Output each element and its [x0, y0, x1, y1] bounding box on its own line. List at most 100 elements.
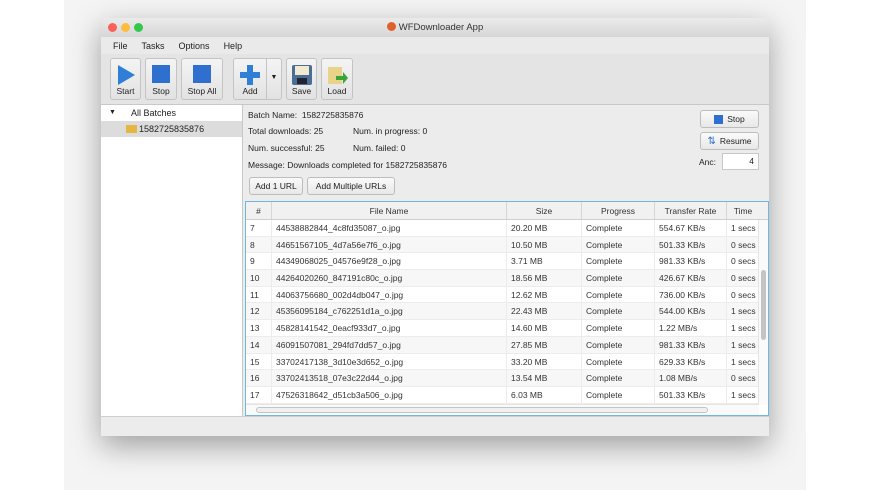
transfer-rate-cell: 981.33 KB/s — [655, 253, 727, 270]
row-number: 14 — [246, 336, 272, 353]
caret-down-icon: ▼ — [270, 74, 278, 81]
batch-name-info: Batch Name: 1582725835876 — [248, 110, 364, 120]
batch-label: 1582725835876 — [139, 124, 205, 134]
table-row[interactable]: 12 45356095184_c762251d1a_o.jpg 22.43 MB Co… — [246, 303, 768, 321]
floppy-disk-icon — [291, 65, 312, 85]
size-cell: 10.50 MB — [507, 236, 582, 253]
add-one-url-button[interactable]: Add 1 URL — [249, 177, 303, 195]
column-time[interactable]: Time — [727, 202, 759, 219]
load-folder-icon — [328, 67, 348, 84]
progress-cell: Complete — [582, 386, 655, 403]
vertical-scrollbar[interactable] — [758, 220, 768, 405]
anc-input[interactable]: 4 — [722, 153, 759, 170]
vertical-scroll-thumb[interactable] — [761, 270, 766, 340]
table-row[interactable]: 16 33702413518_07e3c22d44_o.jpg 13.54 MB Co… — [246, 370, 768, 387]
menu-file[interactable]: File — [113, 41, 128, 51]
table-body: 7 44538882844_4c8fd35087_o.jpg 20.20 MB Com… — [246, 220, 768, 404]
menu-tasks[interactable]: Tasks — [142, 41, 165, 51]
file-name-cell: 44063756680_002d4db047_o.jpg — [272, 286, 507, 303]
column-file-name[interactable]: File Name — [272, 202, 507, 219]
size-cell: 22.43 MB — [507, 303, 582, 320]
file-name-cell: 47526318642_d51cb3a506_o.jpg — [272, 386, 507, 403]
size-cell: 13.54 MB — [507, 370, 582, 386]
stop-all-button[interactable]: Stop All — [181, 58, 223, 100]
menu-bar: File Tasks Options Help — [101, 37, 769, 54]
size-cell: 18.56 MB — [507, 270, 582, 286]
column-number[interactable]: # — [246, 202, 272, 219]
load-label: Load — [327, 86, 347, 96]
horizontal-scrollbar[interactable] — [246, 404, 759, 415]
minimize-window-button[interactable] — [121, 23, 130, 32]
time-cell: 1 secs — [731, 223, 756, 233]
column-progress[interactable]: Progress — [582, 202, 655, 219]
batch-tree: ▼ All Batches 1582725835876 — [101, 105, 243, 416]
progress-cell: Complete — [582, 336, 655, 353]
table-row[interactable]: 11 44063756680_002d4db047_o.jpg 12.62 MB Co… — [246, 286, 768, 304]
tree-item-batch[interactable]: 1582725835876 — [101, 121, 242, 137]
row-number: 7 — [246, 220, 272, 236]
time-cell: 0 secs — [731, 239, 756, 250]
table-row[interactable]: 8 44651567105_4d7a56e7f6_o.jpg 10.50 MB Com… — [246, 236, 768, 254]
progress-cell: Complete — [582, 320, 655, 336]
failed-info: Num. failed: 0 — [353, 143, 406, 153]
file-name-cell: 46091507081_294fd7dd57_o.jpg — [272, 336, 507, 353]
time-cell: 0 secs — [731, 256, 756, 267]
size-cell: 27.85 MB — [507, 336, 582, 353]
start-label: Start — [116, 86, 135, 96]
horizontal-scroll-thumb[interactable] — [256, 407, 708, 413]
total-downloads-info: Total downloads: 25 — [248, 126, 324, 136]
start-button[interactable]: Start — [110, 58, 141, 100]
table-row[interactable]: 15 33702417138_3d10e3d652_o.jpg 33.20 MB Co… — [246, 353, 768, 371]
size-cell: 20.20 MB — [507, 220, 582, 236]
column-size[interactable]: Size — [507, 202, 582, 219]
progress-cell: Complete — [582, 270, 655, 286]
zoom-window-button[interactable] — [134, 23, 143, 32]
window-title: WFDownloader App — [398, 22, 484, 33]
table-row[interactable]: 9 44349068025_04576e9f28_o.jpg 3.71 MB Comp… — [246, 253, 768, 271]
column-transfer-rate[interactable]: Transfer Rate — [655, 202, 727, 219]
time-cell: 1 secs — [731, 323, 756, 334]
add-dropdown-button[interactable]: ▼ — [266, 58, 282, 100]
table-header: # File Name Size Progress Transfer Rate … — [246, 202, 768, 220]
table-row[interactable]: 17 47526318642_d51cb3a506_o.jpg 6.03 MB Com… — [246, 386, 768, 404]
file-name-cell: 45356095184_c762251d1a_o.jpg — [272, 303, 507, 320]
transfer-rate-cell: 981.33 KB/s — [655, 336, 727, 353]
file-name-cell: 44349068025_04576e9f28_o.jpg — [272, 253, 507, 270]
app-window: WFDownloader App File Tasks Options Help… — [101, 18, 769, 436]
tree-item-all-batches[interactable]: ▼ All Batches — [101, 105, 242, 121]
transfer-rate-cell: 736.00 KB/s — [655, 286, 727, 303]
add-button[interactable]: Add — [233, 58, 267, 100]
table-row[interactable]: 13 45828141542_0eacf933d7_o.jpg 14.60 MB Co… — [246, 320, 768, 337]
menu-options[interactable]: Options — [179, 41, 210, 51]
row-number: 8 — [246, 236, 272, 253]
time-cell: 0 secs — [731, 289, 756, 300]
message-info: Message: Downloads completed for 1582725… — [248, 160, 447, 170]
progress-cell: Complete — [582, 286, 655, 303]
batch-stop-button[interactable]: Stop — [700, 110, 759, 128]
row-number: 17 — [246, 386, 272, 403]
batch-details: Batch Name: 1582725835876 Total download… — [244, 105, 769, 416]
table-row[interactable]: 7 44538882844_4c8fd35087_o.jpg 20.20 MB Com… — [246, 220, 768, 237]
time-cell: 1 secs — [731, 356, 756, 367]
load-button[interactable]: Load — [321, 58, 353, 100]
time-cell: 1 secs — [731, 339, 756, 350]
row-number: 15 — [246, 353, 272, 370]
expand-arrow-icon[interactable]: ▼ — [109, 105, 116, 121]
time-cell: 1 secs — [731, 306, 756, 317]
stop-button[interactable]: Stop — [145, 58, 177, 100]
table-row[interactable]: 14 46091507081_294fd7dd57_o.jpg 27.85 MB Co… — [246, 336, 768, 354]
file-name-cell: 33702413518_07e3c22d44_o.jpg — [272, 370, 507, 386]
add-multiple-urls-button[interactable]: Add Multiple URLs — [307, 177, 395, 195]
status-bar — [101, 416, 769, 436]
play-icon — [117, 65, 135, 85]
file-name-cell: 44538882844_4c8fd35087_o.jpg — [272, 220, 507, 236]
save-button[interactable]: Save — [286, 58, 317, 100]
table-row[interactable]: 10 44264020260_847191c80c_o.jpg 18.56 MB Co… — [246, 270, 768, 287]
file-name-cell: 44651567105_4d7a56e7f6_o.jpg — [272, 236, 507, 253]
successful-info: Num. successful: 25 — [248, 143, 325, 153]
menu-help[interactable]: Help — [224, 41, 243, 51]
stop-label: Stop — [152, 86, 170, 96]
close-window-button[interactable] — [108, 23, 117, 32]
batch-resume-button[interactable]: ⇅ Resume — [700, 132, 759, 150]
row-number: 11 — [246, 286, 272, 303]
